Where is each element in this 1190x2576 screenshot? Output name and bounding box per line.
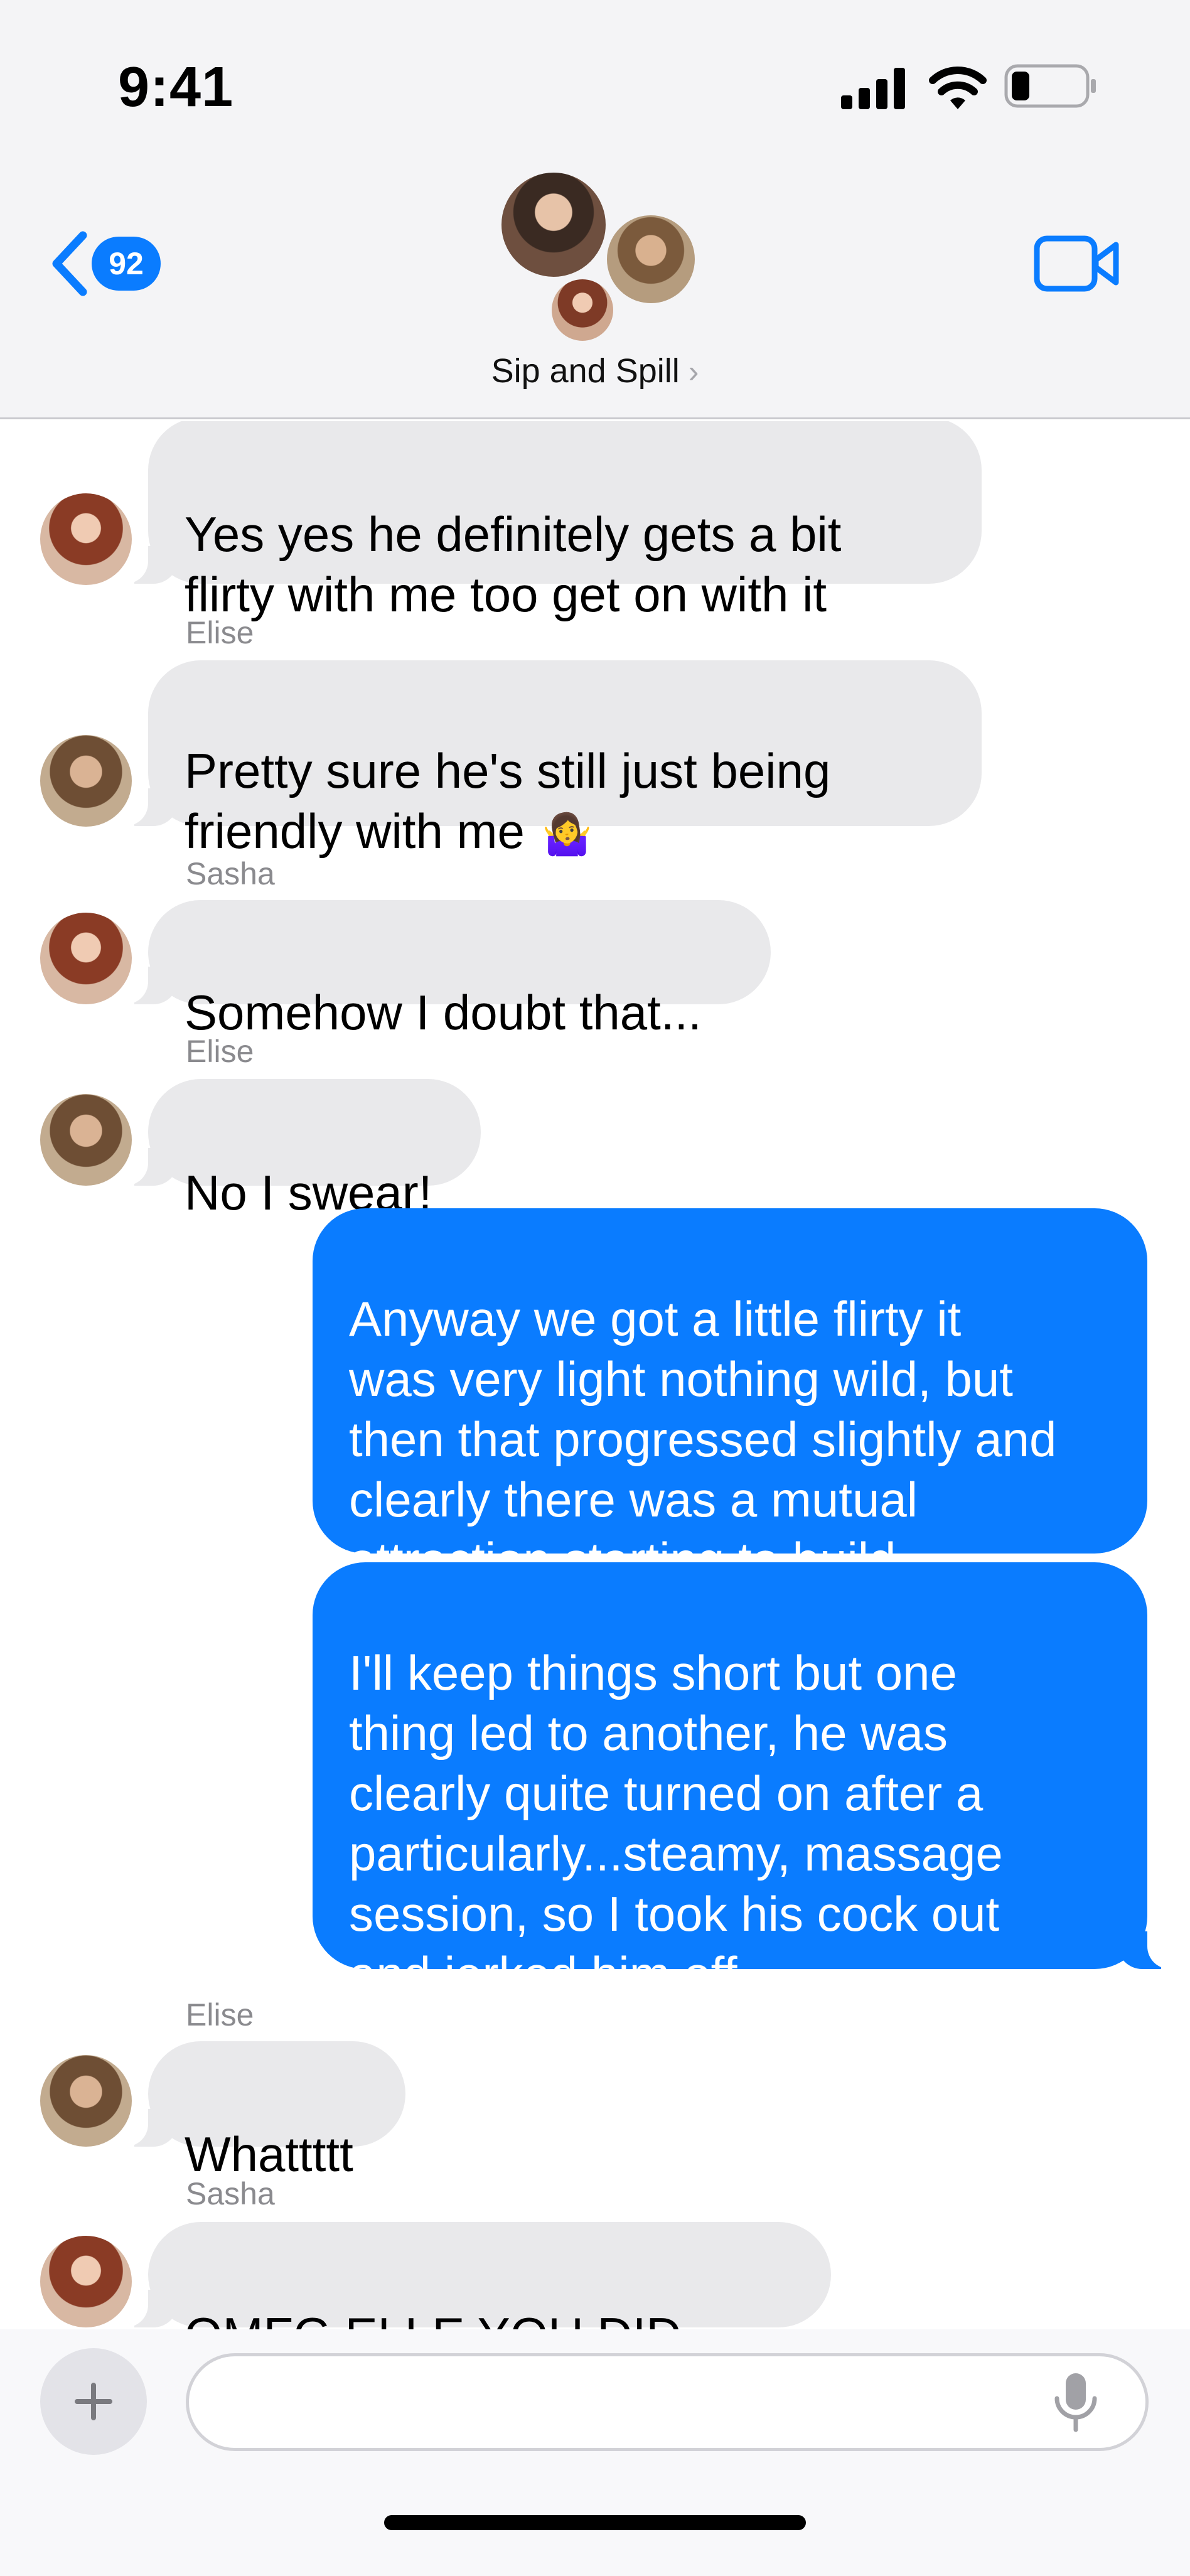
avatar: [498, 169, 609, 280]
navigation-header: 9:41 92 Sip and Spill ›: [0, 0, 1190, 419]
avatar: [40, 2055, 132, 2147]
message-bubble-outgoing[interactable]: Anyway we got a little flirty it was ver…: [313, 1208, 1147, 1587]
avatar: [549, 276, 616, 344]
sender-name: Elise: [186, 1034, 254, 1069]
sender-name: Elise: [186, 1997, 254, 2032]
message-text: Somehow I doubt that...: [185, 985, 702, 1040]
sender-name: Elise: [186, 615, 254, 650]
chevron-right-icon: ›: [688, 354, 699, 389]
avatar: [40, 493, 132, 585]
message-bubble-outgoing[interactable]: I'll keep things short but one thing led…: [313, 1562, 1179, 2002]
message-input[interactable]: [186, 2353, 1149, 2451]
video-camera-icon: [1034, 235, 1119, 292]
avatar: [40, 2236, 132, 2327]
status-time: 9:41: [118, 56, 234, 119]
message-text: OMFG ELLE YOU DID NOT: [185, 2307, 682, 2329]
message-thread[interactable]: Yes yes he definitely gets a bit flirty …: [0, 421, 1190, 2329]
message-bubble-incoming[interactable]: Whattttt: [117, 2041, 405, 2182]
avatar: [604, 212, 698, 306]
message-text: Yes yes he definitely gets a bit flirty …: [185, 507, 842, 622]
avatar: [40, 735, 132, 827]
wifi-icon: [929, 67, 987, 109]
message-bubble-incoming[interactable]: Yes yes he definitely gets a bit flirty …: [117, 421, 982, 622]
unread-count-badge: 92: [92, 237, 161, 291]
message-bubble-incoming[interactable]: Somehow I doubt that...: [117, 900, 771, 1040]
avatar: [40, 913, 132, 1004]
video-call-button[interactable]: [1033, 232, 1121, 295]
group-avatar-stack[interactable]: [496, 169, 703, 345]
home-indicator: [384, 2515, 806, 2530]
plus-icon: [75, 2383, 112, 2420]
signal-icon: [841, 68, 905, 109]
battery-icon: [1004, 64, 1096, 108]
chevron-left-icon: [52, 231, 87, 296]
back-button[interactable]: 92: [48, 226, 173, 301]
message-text: Anyway we got a little flirty it was ver…: [349, 1291, 1057, 1587]
message-bubble-incoming[interactable]: No I swear!: [117, 1079, 481, 1220]
shrug-emoji: 🤷‍♀️: [542, 812, 592, 858]
group-name: Sip and Spill: [491, 352, 680, 390]
group-name-button[interactable]: Sip and Spill ›: [0, 352, 1190, 390]
message-composer: [0, 2329, 1190, 2576]
add-attachment-button[interactable]: [40, 2348, 147, 2455]
message-bubble-incoming[interactable]: Pretty sure he's still just being friend…: [117, 660, 982, 859]
message-bubble-incoming[interactable]: OMFG ELLE YOU DID NOT: [117, 2222, 831, 2329]
message-text: Whattttt: [185, 2127, 353, 2182]
sender-name: Sasha: [186, 2176, 275, 2211]
avatar: [40, 1094, 132, 1186]
message-text: Pretty sure he's still just being friend…: [185, 743, 831, 859]
message-text: I'll keep things short but one thing led…: [349, 1645, 1003, 2002]
sender-name: Sasha: [186, 856, 275, 891]
microphone-icon[interactable]: [1044, 2371, 1107, 2434]
